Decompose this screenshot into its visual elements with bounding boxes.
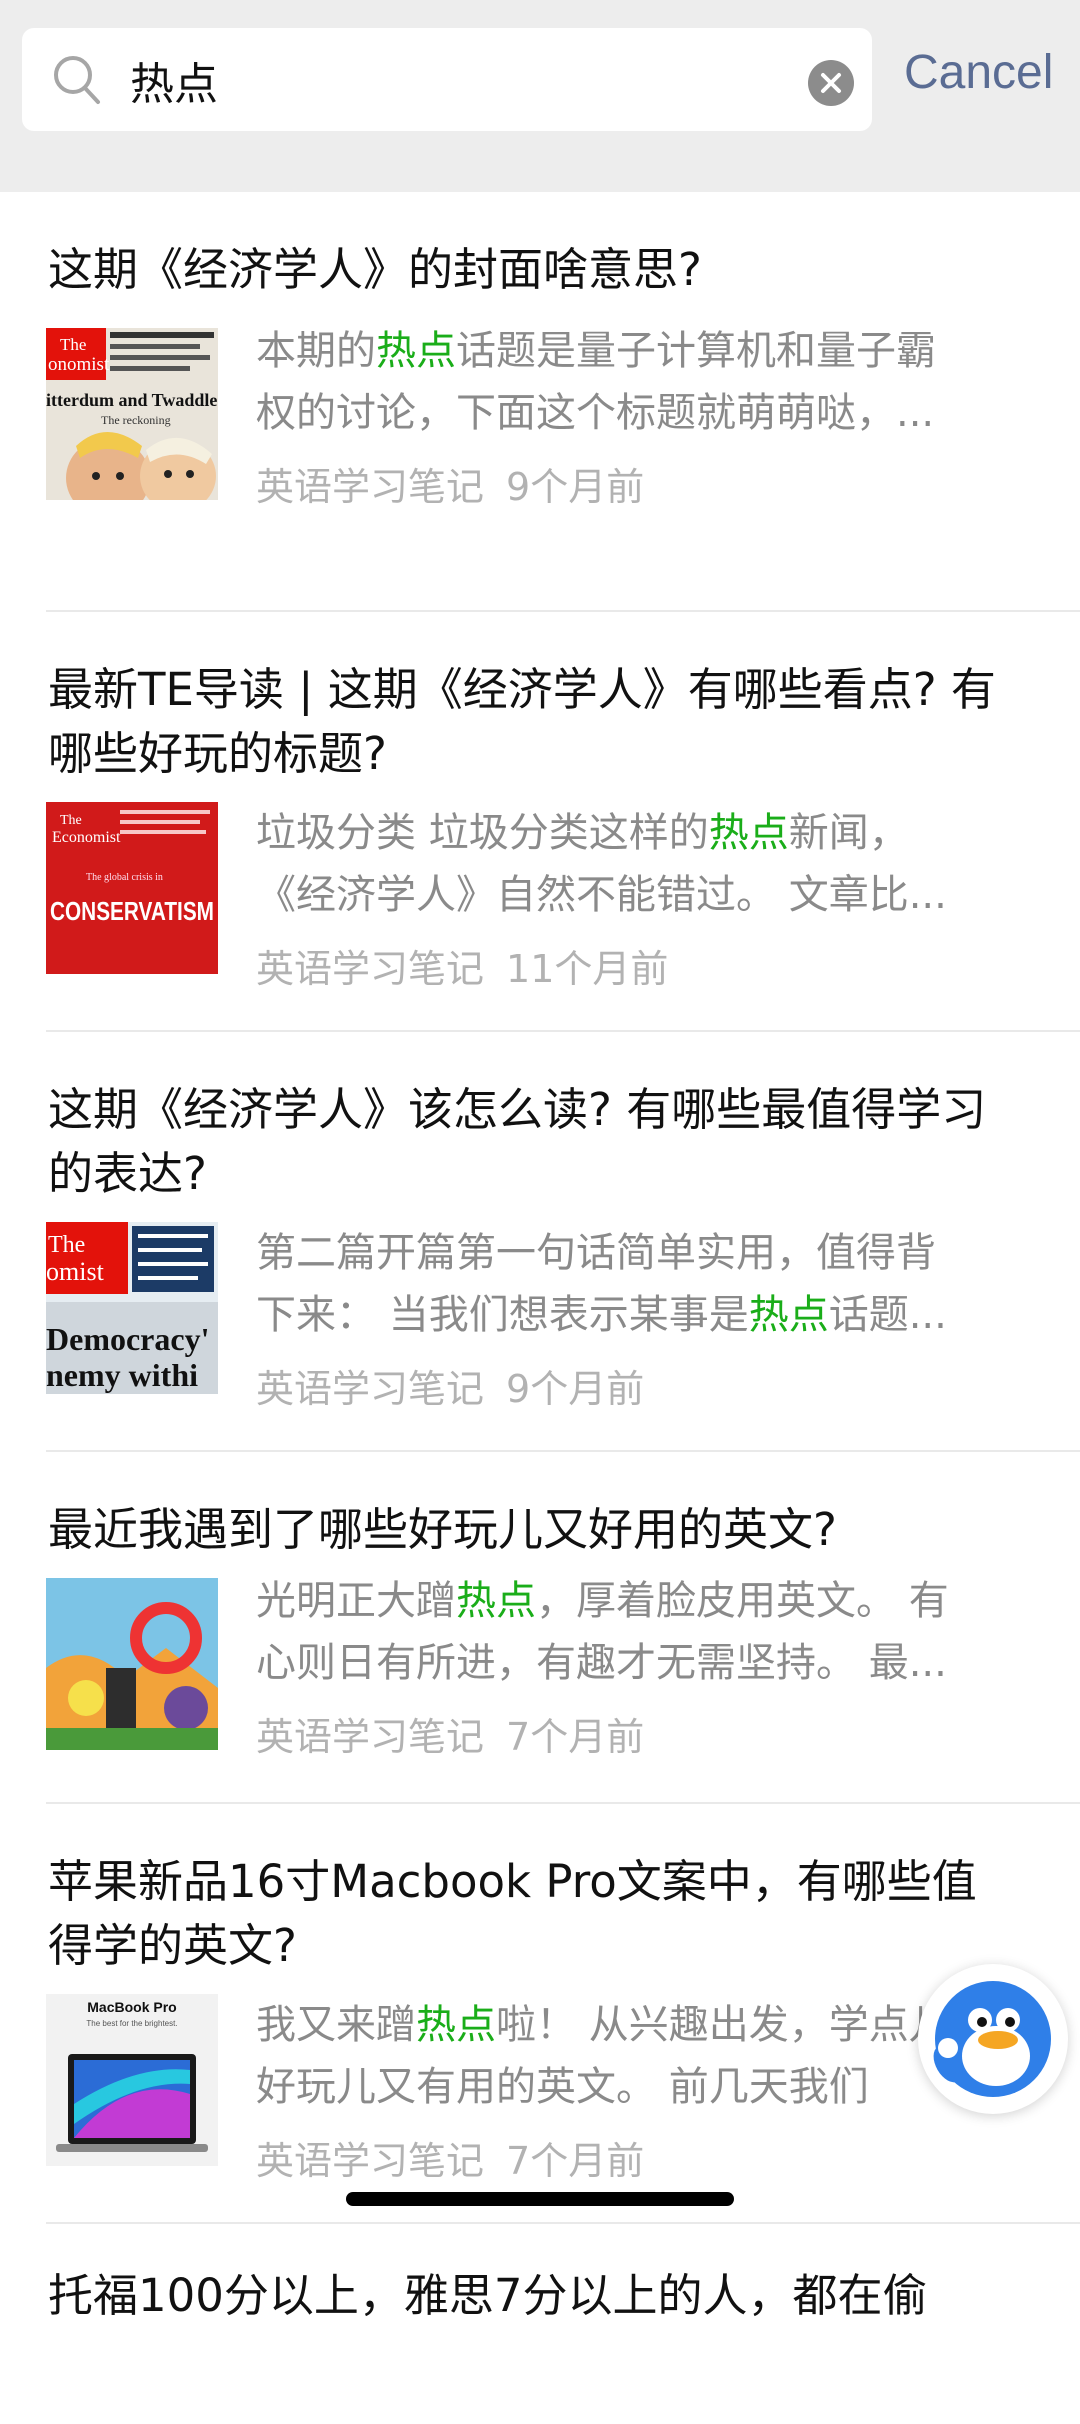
result-thumbnail: The omist Democracy' nemy withi (46, 1222, 218, 1394)
keyword-highlight: 热点 (748, 1292, 829, 1338)
keyword-highlight: 热点 (708, 810, 789, 856)
result-title: 这期《经济学人》的封面啥意思? (48, 243, 702, 296)
svg-text:Democracy': Democracy' (46, 1321, 209, 1357)
search-input[interactable] (130, 28, 810, 131)
svg-text:itterdum and Twaddled: itterdum and Twaddled (46, 390, 218, 410)
search-result-item[interactable]: 这期《经济学人》该怎么读? 有哪些最值得学习的表达? The omist Dem… (46, 1032, 1080, 1452)
svg-text:The best for the brightest.: The best for the brightest. (86, 2019, 177, 2028)
result-snippet: 光明正大蹭热点，厚着脸皮用英文。 有 心则日有所进，有趣才无需坚持。 最... (256, 1578, 949, 1686)
search-result-item[interactable]: 这期《经济学人》的封面啥意思? The onomist itterdum and… (46, 192, 1080, 612)
result-source: 英语学习笔记 (256, 947, 485, 991)
search-result-item[interactable]: 最近我遇到了哪些好玩儿又好用的英文? 光明正大蹭热点，厚着脸皮用英文。 有 心则… (46, 1452, 1080, 1804)
result-source: 英语学习笔记 (256, 1367, 485, 1411)
home-indicator (346, 2192, 734, 2206)
svg-text:The: The (48, 1232, 85, 1258)
svg-text:omist: omist (46, 1257, 105, 1286)
result-title: 托福100分以上，雅思7分以上的人，都在偷 (48, 2269, 928, 2322)
svg-text:CONSERVATISM: CONSERVATISM (50, 896, 214, 926)
svg-text:The global crisis in: The global crisis in (86, 872, 163, 883)
result-time: 7个月前 (506, 2139, 645, 2183)
cancel-button[interactable]: Cancel (904, 45, 1053, 100)
result-thumbnail: The onomist itterdum and Twaddled The re… (46, 328, 218, 500)
search-result-item[interactable]: 托福100分以上，雅思7分以上的人，都在偷 (46, 2224, 1080, 2424)
result-snippet: 本期的热点话题是量子计算机和量子霸 权的讨论，下面这个标题就萌萌哒，... (256, 328, 936, 436)
result-time: 11个月前 (506, 947, 669, 991)
result-title: 这期《经济学人》该怎么读? 有哪些最值得学习的表达? (48, 1083, 987, 1200)
result-time: 9个月前 (506, 1367, 645, 1411)
keyword-highlight: 热点 (376, 328, 456, 374)
result-thumbnail (46, 1578, 218, 1750)
result-meta: 英语学习笔记 11个月前 (256, 938, 668, 993)
svg-text:Economist: Economist (52, 829, 121, 846)
svg-text:The: The (60, 335, 86, 354)
result-title: 苹果新品16寸Macbook Pro文案中，有哪些值得学的英文? (48, 1855, 977, 1972)
result-snippet: 垃圾分类 垃圾分类这样的热点新闻， 《经济学人》自然不能错过。 文章比... (256, 810, 947, 918)
result-time: 9个月前 (506, 465, 645, 509)
svg-text:nemy withi: nemy withi (46, 1357, 198, 1393)
keyword-highlight: 热点 (456, 1578, 536, 1624)
floating-assistant-button[interactable] (918, 1964, 1068, 2114)
result-source: 英语学习笔记 (256, 1715, 485, 1759)
result-meta: 英语学习笔记 9个月前 (256, 1358, 644, 1413)
svg-text:MacBook Pro: MacBook Pro (87, 1999, 176, 2015)
penguin-mascot-icon (933, 1981, 1051, 2097)
result-meta: 英语学习笔记 9个月前 (256, 456, 644, 511)
result-title: 最新TE导读 | 这期《经济学人》有哪些看点? 有哪些好玩的标题? (48, 663, 996, 780)
search-header: Cancel (0, 0, 1080, 192)
result-time: 7个月前 (506, 1715, 645, 1759)
svg-text:The: The (60, 813, 82, 828)
keyword-highlight: 热点 (416, 2002, 496, 2048)
result-title: 最近我遇到了哪些好玩儿又好用的英文? (48, 1503, 837, 1556)
result-source: 英语学习笔记 (256, 2139, 485, 2183)
search-box[interactable] (22, 28, 872, 131)
clear-search-button[interactable] (808, 60, 854, 106)
result-meta: 英语学习笔记 7个月前 (256, 1706, 644, 1761)
result-snippet: 第二篇开篇第一句话简单实用，值得背 下来： 当我们想表示某事是热点话题... (256, 1230, 947, 1338)
svg-text:The reckoning: The reckoning (101, 413, 171, 427)
result-meta: 英语学习笔记 7个月前 (256, 2130, 644, 2185)
result-thumbnail: MacBook Pro The best for the brightest. (46, 1994, 218, 2166)
search-icon (54, 56, 100, 104)
clear-icon (821, 73, 841, 93)
result-source: 英语学习笔记 (256, 465, 485, 509)
search-result-item[interactable]: 最新TE导读 | 这期《经济学人》有哪些看点? 有哪些好玩的标题? The Ec… (46, 612, 1080, 1032)
svg-text:onomist: onomist (48, 354, 110, 375)
result-thumbnail: The Economist The global crisis in CONSE… (46, 802, 218, 974)
